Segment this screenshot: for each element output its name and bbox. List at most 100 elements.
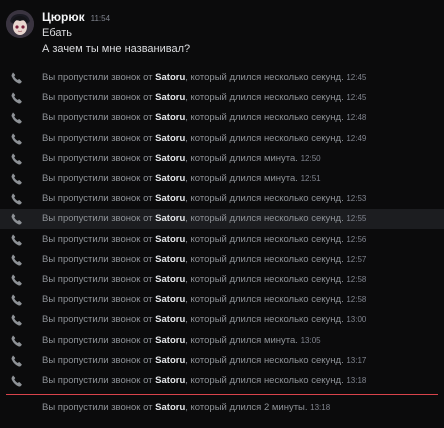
missed-call-prefix: Вы пропустили звонок от	[42, 274, 156, 285]
caller-name[interactable]: Satoru	[155, 173, 185, 184]
missed-call-row: Вы пропустили звонок от Satoru, который …	[0, 108, 444, 128]
missed-call-prefix: Вы пропустили звонок от	[42, 402, 156, 413]
caller-name[interactable]: Satoru	[155, 335, 185, 346]
missed-call-prefix: Вы пропустили звонок от	[42, 213, 156, 225]
missed-call-time: 13:18	[346, 376, 367, 385]
missed-call-text: Вы пропустили звонок от Satoru, который …	[42, 371, 366, 391]
missed-call-row: Вы пропустили звонок от Satoru, который …	[0, 398, 444, 418]
caller-name[interactable]: Satoru	[155, 375, 185, 386]
caller-name[interactable]: Satoru	[155, 153, 185, 164]
missed-call-row: Вы пропустили звонок от Satoru, который …	[0, 169, 444, 189]
missed-call-duration: , который длился несколько секунд.	[185, 132, 344, 144]
missed-call-phone-icon	[10, 334, 24, 348]
missed-call-duration: , который длился несколько секунд.	[185, 294, 344, 306]
missed-call-row: Вы пропустили звонок от Satoru, который …	[0, 270, 444, 290]
missed-call-prefix: Вы пропустили звонок от	[42, 152, 156, 164]
missed-call-duration: , который длился несколько секунд.	[185, 274, 344, 285]
missed-call-time: 13:17	[346, 355, 367, 365]
avatar-image	[6, 10, 34, 38]
missed-call-prefix: Вы пропустили звонок от	[42, 314, 156, 326]
missed-call-row: Вы пропустили звонок от Satoru, который …	[0, 331, 444, 351]
caller-name[interactable]: Satoru	[155, 133, 185, 144]
missed-call-text: Вы пропустили звонок от Satoru, который …	[42, 88, 366, 108]
missed-call-time: 12:53	[346, 194, 367, 204]
missed-call-row: Вы пропустили звонок от Satoru, который …	[0, 371, 444, 391]
missed-call-prefix: Вы пропустили звонок от	[42, 173, 156, 184]
missed-call-duration: , который длился несколько секунд.	[185, 112, 344, 124]
missed-call-prefix: Вы пропустили звонок от	[42, 193, 156, 205]
caller-name[interactable]: Satoru	[155, 193, 185, 204]
caller-name[interactable]: Satoru	[155, 213, 185, 224]
missed-call-text: Вы пропустили звонок от Satoru, который …	[42, 108, 366, 128]
missed-call-time: 12:56	[346, 234, 367, 244]
missed-call-time: 12:55	[346, 214, 367, 224]
caller-name[interactable]: Satoru	[155, 314, 185, 325]
avatar[interactable]	[6, 10, 34, 38]
missed-call-row: Вы пропустили звонок от Satoru, который …	[0, 209, 444, 230]
caller-name[interactable]: Satoru	[155, 112, 185, 123]
missed-call-phone-icon	[10, 152, 24, 166]
missed-call-time: 12:45	[346, 93, 367, 103]
missed-call-prefix: Вы пропустили звонок от	[42, 132, 156, 144]
missed-call-phone-icon	[10, 71, 24, 85]
new-messages-divider	[6, 394, 438, 395]
missed-call-row: Вы пропустили звонок от Satoru, который …	[0, 310, 444, 330]
missed-call-row: Вы пропустили звонок от Satoru, который …	[0, 351, 444, 371]
missed-call-time: 13:18	[310, 403, 331, 412]
missed-call-phone-icon	[10, 354, 24, 368]
missed-call-prefix: Вы пропустили звонок от	[42, 375, 156, 386]
missed-call-duration: , который длился несколько секунд.	[185, 92, 344, 104]
caller-name[interactable]: Satoru	[155, 402, 185, 413]
missed-call-text: Вы пропустили звонок от Satoru, который …	[42, 398, 330, 418]
caller-name[interactable]: Satoru	[155, 234, 185, 245]
missed-call-phone-icon	[10, 233, 24, 247]
missed-call-text: Вы пропустили звонок от Satoru, который …	[42, 310, 366, 330]
missed-call-text: Вы пропустили звонок от Satoru, который …	[42, 230, 366, 250]
message-text: Ебать	[42, 27, 73, 39]
missed-call-duration: , который длился несколько секунд.	[185, 314, 344, 326]
missed-call-duration: , который длился несколько секунд.	[185, 253, 344, 265]
missed-call-prefix: Вы пропустили звонок от	[42, 354, 156, 366]
missed-call-text: Вы пропустили звонок от Satoru, который …	[42, 331, 321, 351]
missed-call-prefix: Вы пропустили звонок от	[42, 334, 156, 346]
chat-messages: Цюрюк 11:54 Ебать А зачем ты мне названив…	[0, 0, 444, 428]
missed-call-row: Вы пропустили звонок от Satoru, который …	[0, 129, 444, 149]
missed-call-time: 12:49	[346, 133, 367, 143]
missed-call-prefix: Вы пропустили звонок от	[42, 72, 156, 83]
caller-name[interactable]: Satoru	[155, 294, 185, 305]
caller-name[interactable]: Satoru	[155, 274, 185, 285]
missed-call-text: Вы пропустили звонок от Satoru, который …	[42, 189, 366, 209]
caller-name[interactable]: Satoru	[155, 355, 185, 366]
missed-call-phone-icon	[10, 293, 24, 307]
missed-call-time: 12:45	[346, 73, 367, 82]
missed-call-duration: , который длился несколько секунд.	[185, 213, 344, 225]
missed-call-duration: , который длился несколько секунд.	[185, 233, 344, 245]
author-name[interactable]: Цюрюк	[42, 10, 85, 24]
message-timestamp: 11:54	[90, 14, 111, 23]
missed-call-duration: , который длился 2 минуты.	[185, 402, 308, 413]
missed-call-row: Вы пропустили звонок от Satoru, который …	[0, 250, 444, 270]
missed-call-duration: , который длился минута.	[185, 173, 298, 184]
missed-call-row: Вы пропустили звонок от Satoru, который …	[0, 88, 444, 108]
missed-call-time: 12:51	[300, 174, 321, 183]
missed-call-phone-icon	[10, 253, 24, 267]
missed-call-text: Вы пропустили звонок от Satoru, который …	[42, 270, 366, 290]
caller-name[interactable]: Satoru	[155, 92, 185, 103]
missed-call-row: Вы пропустили звонок от Satoru, который …	[0, 230, 444, 250]
missed-call-text: Вы пропустили звонок от Satoru, который …	[42, 250, 366, 270]
missed-call-phone-icon	[10, 132, 24, 146]
caller-name[interactable]: Satoru	[155, 72, 185, 83]
missed-call-duration: , который длился несколько секунд.	[185, 72, 344, 83]
missed-call-time: 12:48	[346, 113, 367, 123]
missed-call-time: 12:50	[300, 153, 321, 163]
missed-call-phone-icon	[10, 273, 24, 287]
caller-name[interactable]: Satoru	[155, 254, 185, 265]
missed-call-time: 13:00	[346, 315, 367, 325]
missed-call-row: Вы пропустили звонок от Satoru, который …	[0, 149, 444, 169]
missed-call-duration: , который длился несколько секунд.	[185, 354, 344, 366]
missed-call-phone-icon	[10, 212, 24, 226]
missed-call-row: Вы пропустили звонок от Satoru, который …	[0, 290, 444, 310]
missed-call-prefix: Вы пропустили звонок от	[42, 112, 156, 124]
missed-call-duration: , который длился минута.	[185, 152, 298, 164]
missed-call-phone-icon	[10, 91, 24, 105]
